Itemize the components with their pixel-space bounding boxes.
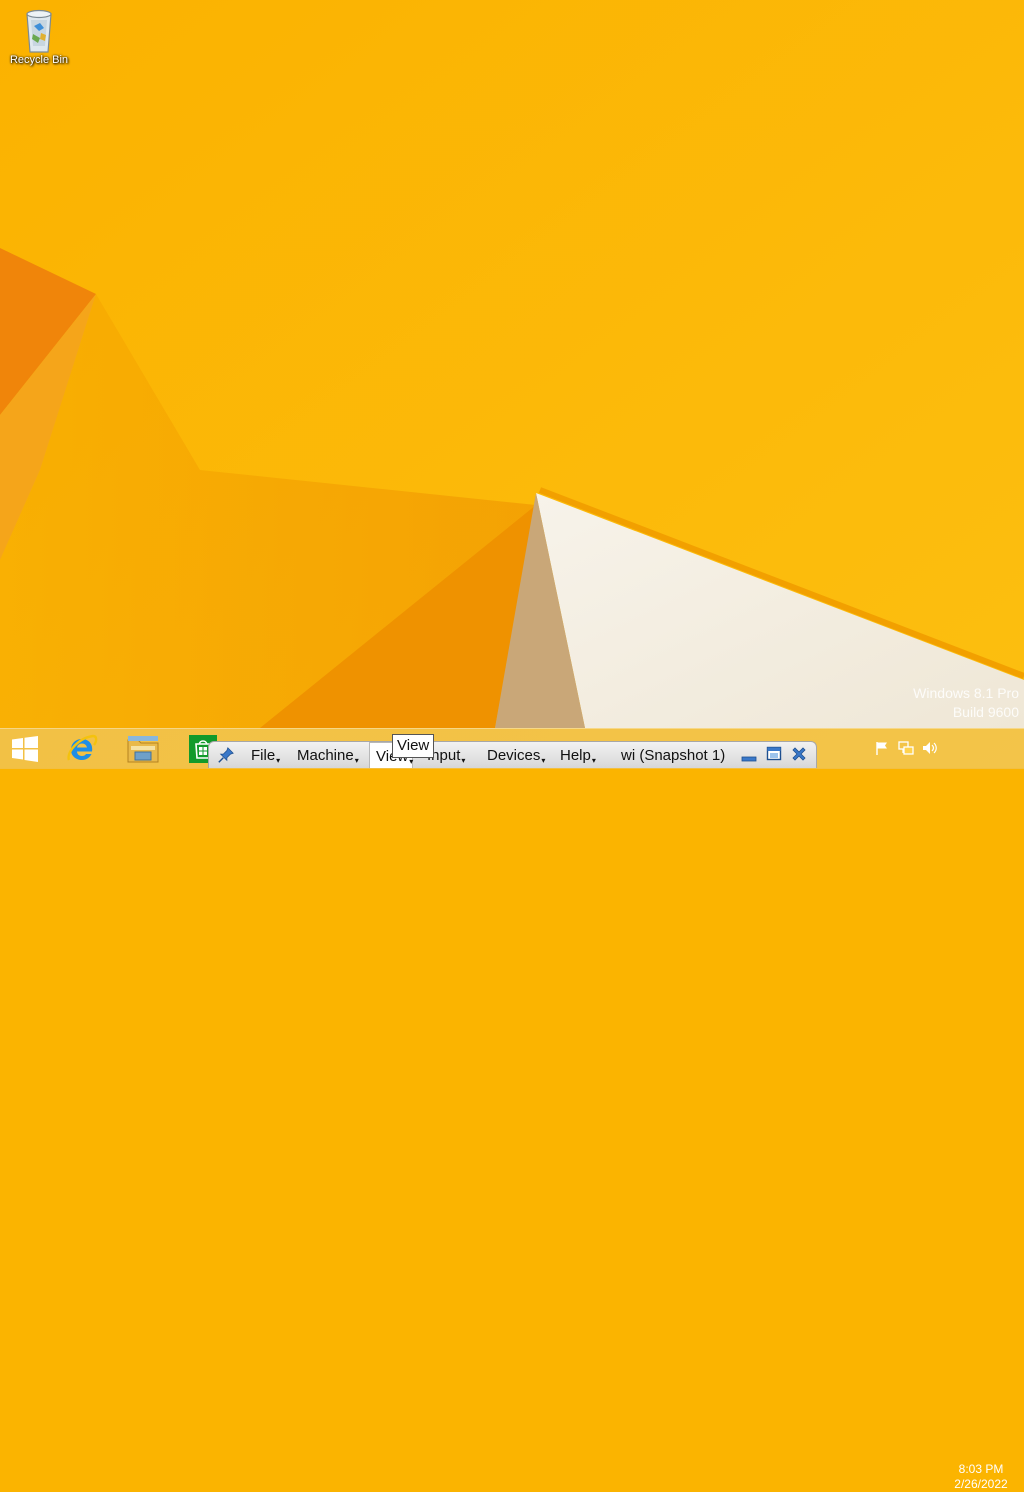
menu-help[interactable]: Help▾ — [560, 742, 596, 768]
vm-mini-toolbar: File▾ Machine▾ View▾ Input▾ Devices▾ Hel… — [208, 741, 817, 768]
pin-icon[interactable] — [217, 745, 235, 765]
chevron-down-icon: ▾ — [409, 757, 414, 766]
chevron-down-icon: ▾ — [354, 756, 359, 765]
menu-file-label: File — [251, 747, 276, 764]
chevron-down-icon: ▾ — [541, 756, 546, 765]
file-explorer-icon — [127, 736, 159, 763]
chevron-down-icon: ▾ — [461, 756, 466, 765]
wallpaper — [0, 0, 1024, 768]
taskbar-clock[interactable]: 8:03 PM 2/26/2022 — [946, 1462, 1016, 1492]
chevron-down-icon: ▾ — [276, 756, 281, 765]
watermark-edition: Windows 8.1 Pro — [913, 685, 1019, 701]
file-explorer-taskbar-button[interactable] — [120, 729, 166, 769]
close-icon[interactable] — [791, 746, 807, 762]
recycle-bin-icon — [26, 9, 52, 53]
action-center-flag-icon[interactable] — [874, 740, 890, 756]
internet-explorer-icon — [67, 734, 98, 761]
recycle-bin-label: Recycle Bin — [9, 54, 69, 66]
menu-devices-label: Devices — [487, 747, 541, 764]
clock-date: 2/26/2022 — [954, 1477, 1008, 1491]
menu-machine-label: Machine — [297, 747, 354, 764]
internet-explorer-taskbar-button[interactable] — [60, 729, 104, 769]
start-button[interactable] — [8, 729, 42, 769]
menu-file[interactable]: File▾ — [251, 742, 280, 768]
menu-machine[interactable]: Machine▾ — [297, 742, 359, 768]
view-tooltip: View — [392, 734, 435, 758]
minimize-icon[interactable] — [741, 749, 757, 765]
chevron-down-icon: ▾ — [591, 756, 596, 765]
desktop: Recycle Bin Windows 8.1 Pro Build 9600 — [0, 0, 1024, 768]
watermark-build: Build 9600 — [952, 704, 1019, 720]
clock-time: 8:03 PM — [958, 1462, 1004, 1476]
menu-devices[interactable]: Devices▾ — [487, 742, 545, 768]
restore-icon[interactable] — [766, 746, 782, 762]
vm-title: wi (Snapshot 1) — [621, 747, 726, 764]
menu-help-label: Help — [560, 747, 591, 764]
windows-logo-icon — [12, 736, 38, 762]
network-icon[interactable] — [898, 740, 914, 756]
windows-watermark: Windows 8.1 Pro Build 9600 — [913, 684, 1019, 722]
recycle-bin-shortcut[interactable]: Recycle Bin — [4, 6, 74, 66]
volume-icon[interactable] — [922, 740, 938, 756]
